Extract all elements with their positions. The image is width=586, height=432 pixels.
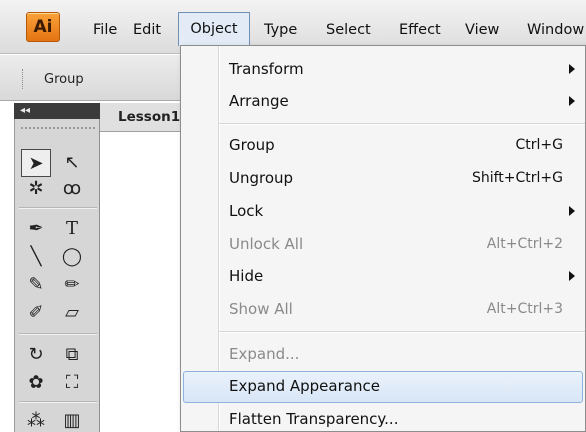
pencil-tool-icon[interactable]: ✏ (57, 271, 87, 299)
type-tool-icon[interactable]: T (57, 215, 87, 243)
tool-separator (19, 333, 97, 335)
submenu-arrow-icon (569, 96, 575, 106)
magic-wand-tool-icon[interactable]: ✲ (21, 175, 51, 203)
menu-item-label: Expand Appearance (229, 377, 380, 395)
submenu-arrow-icon (569, 206, 575, 216)
ellipse-tool-icon[interactable]: ◯ (57, 243, 87, 271)
menu-effect[interactable]: Effect (399, 22, 441, 38)
menu-item-shortcut: Alt+Ctrl+3 (486, 301, 563, 317)
menu-item-lock[interactable]: Lock (181, 196, 585, 228)
tool-separator (19, 401, 97, 403)
warp-tool-icon[interactable]: ✿ (21, 369, 51, 397)
lasso-tool-icon[interactable]: ꝏ (57, 175, 87, 203)
scale-tool-icon[interactable]: ⧉ (57, 341, 87, 369)
menu-item-label: Transform (229, 60, 304, 78)
menu-item-show-all[interactable]: Show All Alt+Ctrl+3 (181, 294, 585, 326)
menu-item-label: Unlock All (229, 235, 304, 253)
menu-select[interactable]: Select (326, 22, 371, 38)
menu-item-label: Ungroup (229, 169, 294, 187)
menu-item-expand-appearance[interactable]: Expand Appearance (183, 371, 583, 403)
menu-item-label: Flatten Transparency... (229, 410, 399, 428)
object-menu-dropdown: Transform Arrange Group Ctrl+G Ungroup S… (180, 45, 586, 432)
line-tool-icon[interactable]: ╲ (21, 243, 51, 271)
panel-gripper[interactable] (21, 127, 95, 129)
control-bar-grip[interactable] (22, 69, 25, 89)
paintbrush-tool-icon[interactable]: ✎ (21, 271, 51, 299)
tool-separator (19, 207, 97, 209)
menu-item-transform[interactable]: Transform (181, 54, 585, 86)
pen-tool-icon[interactable]: ✒ (21, 215, 51, 243)
selection-tool-icon[interactable]: ➤ (21, 149, 51, 177)
menu-file[interactable]: File (93, 22, 117, 38)
menu-item-flatten-transparency[interactable]: Flatten Transparency... (181, 404, 585, 432)
collapse-panel-icon[interactable]: ◂◂ (20, 103, 30, 119)
menu-separator (219, 123, 585, 125)
menu-item-arrange[interactable]: Arrange (181, 86, 585, 118)
blob-brush-tool-icon[interactable]: ✐ (21, 299, 51, 327)
menu-item-label: Hide (229, 267, 264, 285)
menu-item-label: Lock (229, 202, 264, 220)
menu-item-group[interactable]: Group Ctrl+G (181, 130, 585, 162)
tools-panel: ➤ ↖ ✲ ꝏ ✒ T ╲ ◯ ✎ ✏ ✐ ▱ ↻ ⧉ ✿ ⛶ ⁂ ▥ (14, 119, 100, 432)
menu-item-shortcut: Alt+Ctrl+2 (486, 236, 563, 252)
menu-item-unlock-all[interactable]: Unlock All Alt+Ctrl+2 (181, 229, 585, 261)
menu-type[interactable]: Type (264, 22, 297, 38)
document-tab-label: Lesson1 (118, 109, 181, 125)
menu-item-hide[interactable]: Hide (181, 261, 585, 293)
eraser-tool-icon[interactable]: ▱ (57, 299, 87, 327)
menu-object[interactable]: Object (178, 12, 250, 46)
menu-window[interactable]: Window (527, 22, 584, 38)
menu-item-shortcut: Shift+Ctrl+G (471, 170, 563, 186)
document-tab[interactable]: Lesson1 (100, 103, 190, 131)
menu-item-ungroup[interactable]: Ungroup Shift+Ctrl+G (181, 163, 585, 195)
menu-item-label: Arrange (229, 92, 289, 110)
menu-item-shortcut: Ctrl+G (515, 137, 564, 153)
submenu-arrow-icon (569, 64, 575, 74)
menu-separator (219, 331, 585, 333)
rotate-tool-icon[interactable]: ↻ (21, 341, 51, 369)
artboard-canvas[interactable] (100, 131, 190, 432)
symbol-sprayer-tool-icon[interactable]: ⁂ (21, 407, 51, 432)
menu-edit[interactable]: Edit (133, 22, 161, 38)
menu-view[interactable]: View (465, 22, 499, 38)
menu-item-expand[interactable]: Expand... (181, 339, 585, 371)
illustrator-logo[interactable]: Ai (26, 12, 60, 42)
direct-selection-tool-icon[interactable]: ↖ (57, 149, 87, 177)
free-transform-tool-icon[interactable]: ⛶ (57, 369, 87, 397)
menu-item-label: Group (229, 136, 275, 154)
submenu-arrow-icon (569, 271, 575, 281)
menu-item-label: Expand... (229, 345, 300, 363)
menu-item-label: Show All (229, 300, 293, 318)
column-graph-tool-icon[interactable]: ▥ (57, 407, 87, 432)
selection-type-label: Group (44, 72, 84, 87)
tools-panel-header[interactable]: ◂◂ (14, 103, 100, 119)
